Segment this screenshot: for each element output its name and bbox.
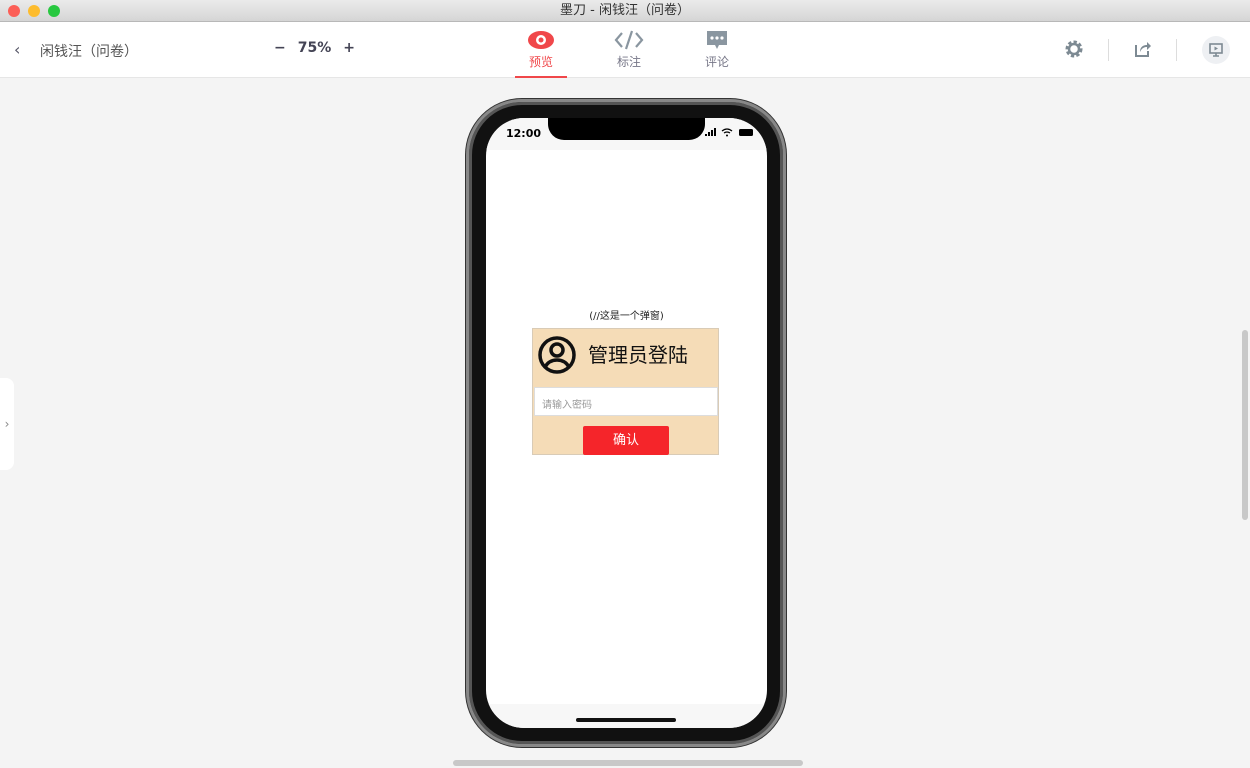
tab-comment[interactable]: 评论 — [691, 30, 743, 70]
zoom-in-button[interactable]: + — [343, 40, 355, 56]
present-button[interactable] — [1202, 36, 1230, 64]
status-bar: 12:00 — [486, 118, 767, 150]
tab-label: 预览 — [528, 55, 553, 69]
phone-screen: 12:00 (//这是一个弹窗) 管理员登陆 请输入密码 确认 — [486, 118, 767, 728]
present-icon — [1209, 43, 1223, 57]
notch — [548, 118, 705, 140]
maximize-button[interactable] — [48, 5, 60, 17]
tab-annotate[interactable]: 标注 — [603, 30, 655, 70]
window-title: 墨刀 - 闲钱汪（问卷） — [560, 3, 690, 18]
password-input[interactable]: 请输入密码 — [534, 387, 718, 416]
popup-title: 管理员登陆 — [588, 343, 688, 367]
status-icons — [705, 128, 753, 137]
tab-preview[interactable]: 预览 — [515, 30, 567, 78]
minimize-button[interactable] — [28, 5, 40, 17]
horizontal-scrollbar[interactable] — [453, 760, 803, 766]
eye-icon — [528, 31, 554, 49]
popup-caption: (//这是一个弹窗) — [589, 311, 664, 322]
vertical-scrollbar[interactable] — [1242, 330, 1248, 520]
share-icon[interactable] — [1134, 40, 1152, 58]
divider — [1176, 39, 1177, 61]
gear-icon[interactable] — [1065, 40, 1083, 58]
close-button[interactable] — [8, 5, 20, 17]
comment-icon — [707, 31, 727, 49]
home-bar-area — [486, 704, 767, 728]
toolbar: ‹ 闲钱汪（问卷） −75% + 预览 标注 评论 — [0, 22, 1250, 78]
tab-label: 标注 — [616, 55, 641, 69]
divider — [1108, 39, 1109, 61]
back-icon[interactable]: ‹ — [14, 40, 20, 59]
code-icon — [614, 30, 644, 50]
login-popup: 管理员登陆 请输入密码 确认 — [532, 328, 719, 455]
tab-label: 评论 — [704, 55, 729, 69]
project-name: 闲钱汪（问卷） — [40, 44, 138, 60]
window-titlebar: 墨刀 - 闲钱汪（问卷） — [0, 0, 1250, 22]
confirm-button[interactable]: 确认 — [583, 426, 669, 455]
status-time: 12:00 — [506, 127, 542, 140]
zoom-control: −75% + — [268, 40, 361, 56]
zoom-level: 75% — [297, 40, 332, 56]
zoom-out-button[interactable]: − — [274, 40, 286, 56]
home-indicator — [576, 718, 676, 722]
user-avatar-icon — [538, 336, 576, 374]
sidebar-toggle[interactable]: › — [0, 378, 14, 470]
